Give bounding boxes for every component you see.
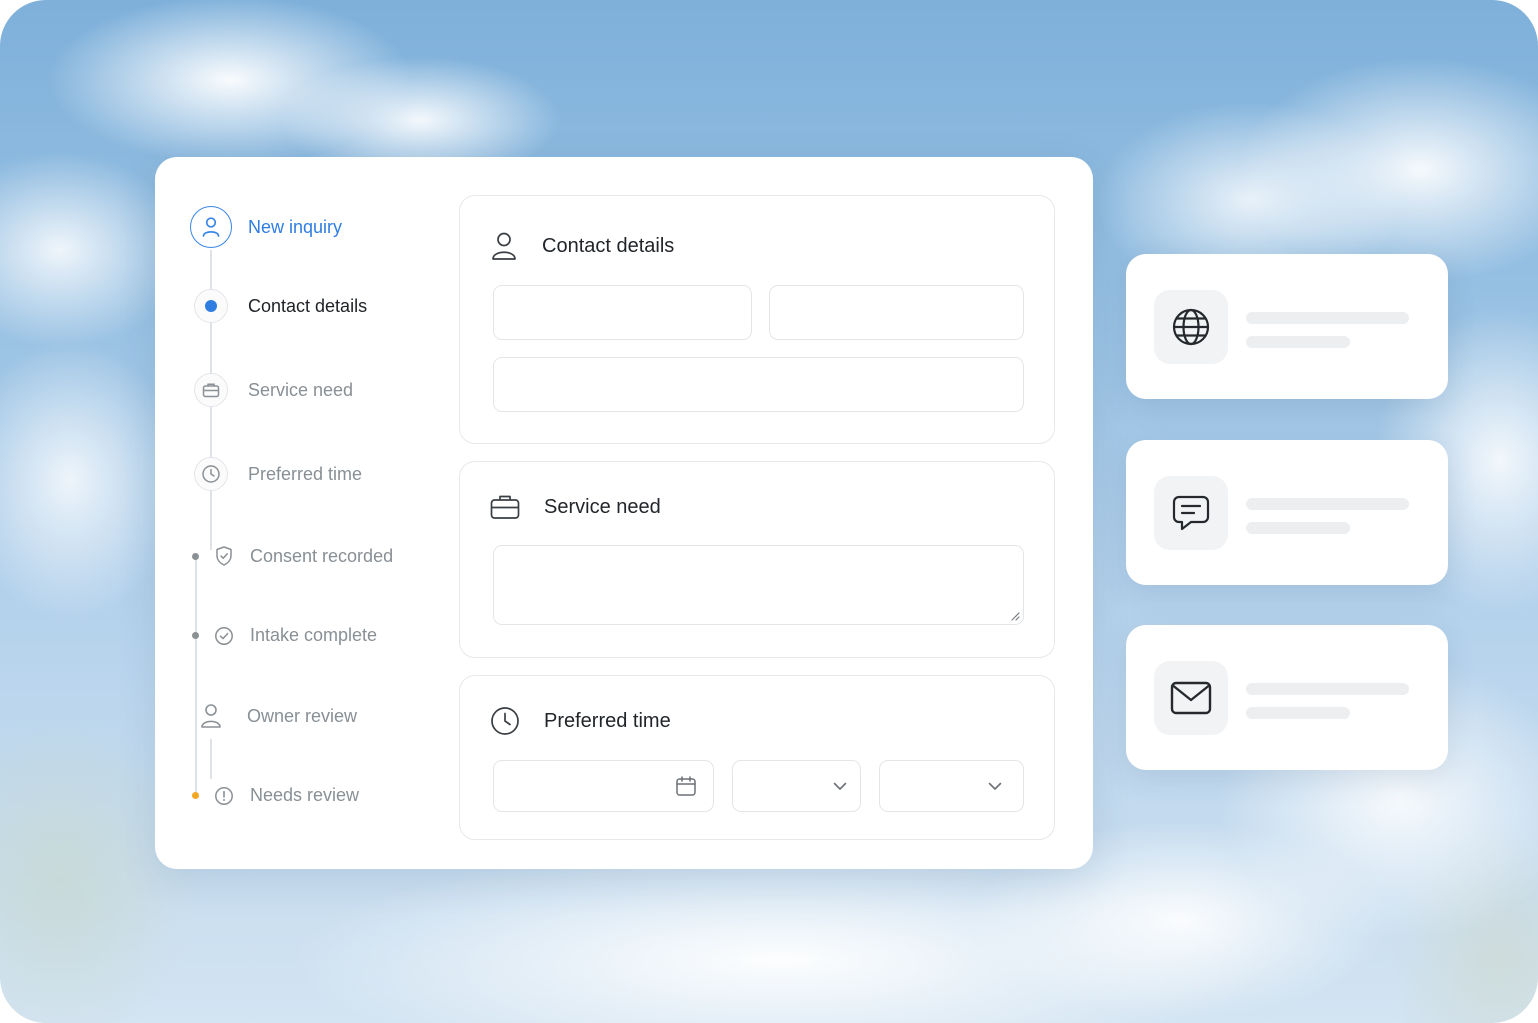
skeleton-line: [1246, 312, 1409, 324]
shield-check-icon: [216, 546, 232, 566]
time-select-field[interactable]: [732, 760, 861, 812]
current-dot-icon: [205, 300, 217, 312]
step-active-ring: [190, 206, 232, 248]
period-select-field[interactable]: [879, 760, 1024, 812]
background-sky: New inquiry Contact details Service need…: [0, 0, 1538, 1023]
chat-icon: [1172, 495, 1210, 531]
briefcase-icon: [202, 383, 220, 398]
step-label-needs-review: Needs review: [250, 785, 360, 805]
check-circle-icon: [215, 626, 233, 645]
briefcase-icon: [490, 495, 520, 519]
section-header: Preferred time: [490, 706, 671, 736]
globe-icon: [1172, 308, 1210, 346]
clock-icon: [491, 707, 519, 735]
icon-tile: [1154, 290, 1228, 364]
skeleton-line: [1246, 522, 1350, 534]
step-contact-details[interactable]: Contact details: [194, 289, 367, 323]
date-picker-field[interactable]: [493, 760, 714, 812]
section-title: Preferred time: [544, 709, 671, 732]
person-icon: [202, 217, 220, 237]
contact-details-section: Contact details: [459, 195, 1055, 444]
mail-icon: [1170, 681, 1212, 715]
icon-tile: [1154, 476, 1228, 550]
alert-circle-icon: [215, 786, 233, 805]
step-consent-recorded[interactable]: Consent recorded: [192, 545, 393, 567]
step-ring: [194, 457, 228, 491]
channel-card-email[interactable]: [1126, 625, 1448, 770]
progress-stepper: New inquiry Contact details Service need…: [155, 157, 455, 869]
person-icon: [492, 232, 516, 260]
channel-card-web[interactable]: [1126, 254, 1448, 399]
service-need-section: Service need: [459, 461, 1055, 658]
step-current-ring: [194, 289, 228, 323]
step-needs-review[interactable]: Needs review: [192, 785, 359, 806]
step-label-intake-complete: Intake complete: [250, 625, 378, 645]
calendar-icon[interactable]: [675, 775, 697, 797]
email-field[interactable]: [493, 357, 1024, 412]
step-label-owner-review: Owner review: [247, 705, 358, 726]
person-icon: [201, 704, 221, 728]
skeleton-line: [1246, 498, 1409, 510]
step-label-consent-recorded: Consent recorded: [250, 545, 394, 566]
step-ring: [194, 373, 228, 407]
step-owner-review[interactable]: Owner review: [200, 703, 357, 729]
section-header: Service need: [490, 494, 661, 520]
step-bullet: [192, 632, 199, 639]
preferred-time-section: Preferred time: [459, 675, 1055, 840]
clock-icon: [202, 465, 220, 483]
stepper-rail-branch: [195, 559, 197, 793]
step-intake-complete[interactable]: Intake complete: [192, 625, 377, 646]
warning-bullet: [192, 792, 199, 799]
last-name-field[interactable]: [769, 285, 1024, 340]
channel-card-chat[interactable]: [1126, 440, 1448, 585]
first-name-field[interactable]: [493, 285, 752, 340]
step-label-service-need: Service need: [248, 379, 354, 400]
icon-tile: [1154, 661, 1228, 735]
step-new-inquiry[interactable]: New inquiry: [190, 206, 342, 248]
skeleton-line: [1246, 707, 1350, 719]
step-label-preferred-time: Preferred time: [248, 463, 363, 484]
service-description-textarea[interactable]: [493, 545, 1024, 625]
resize-handle-icon[interactable]: [1010, 611, 1020, 621]
step-preferred-time[interactable]: Preferred time: [194, 457, 362, 491]
intake-form-card: New inquiry Contact details Service need…: [155, 157, 1093, 869]
chevron-down-icon: [833, 782, 847, 790]
chevron-down-icon: [988, 782, 1002, 790]
step-label-new-inquiry: New inquiry: [248, 216, 343, 237]
step-service-need[interactable]: Service need: [194, 373, 353, 407]
step-label-contact-details: Contact details: [248, 295, 368, 316]
skeleton-line: [1246, 683, 1409, 695]
section-title: Contact details: [542, 234, 675, 257]
section-header: Contact details: [490, 231, 674, 261]
section-title: Service need: [544, 495, 661, 518]
step-bullet: [192, 552, 199, 560]
skeleton-line: [1246, 336, 1350, 348]
stepper-rail-lower: [210, 739, 212, 779]
